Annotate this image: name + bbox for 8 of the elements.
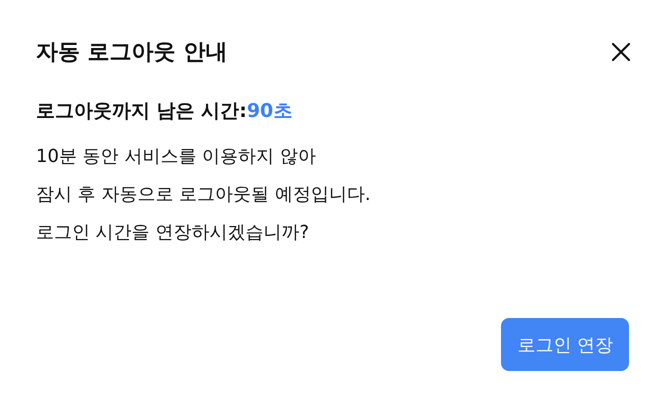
dialog-title: 자동 로그아웃 안내	[36, 39, 228, 67]
message-text: 10분 동안 서비스를 이용하지 않아	[36, 145, 316, 169]
message-text: 잠시 후 자동으로 로그아웃될 예정입니다.	[36, 183, 371, 207]
message-text: 로그인 시간을 연장하시겠습니까?	[36, 221, 309, 245]
close-icon[interactable]	[611, 42, 631, 62]
extend-login-button[interactable]: 로그인 연장	[501, 318, 629, 371]
countdown-label: 로그아웃까지 남은 시간:	[36, 99, 247, 124]
countdown-value: 90초	[246, 99, 292, 124]
